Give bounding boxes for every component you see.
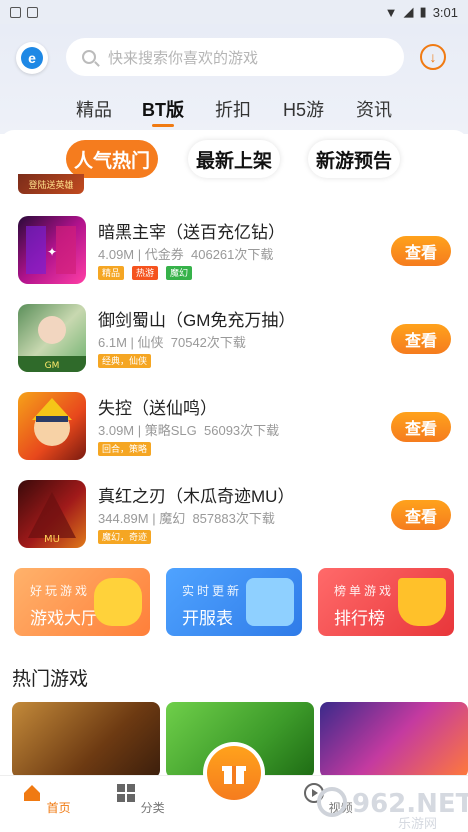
hot-game-banner[interactable] bbox=[12, 702, 160, 775]
trophy-icon bbox=[398, 578, 446, 626]
search-input[interactable]: 快来搜索你喜欢的游戏 bbox=[66, 38, 404, 76]
game-title: 暗黑主宰（送百充亿钻） bbox=[98, 223, 285, 242]
game-icon: GM bbox=[18, 304, 86, 372]
battery-icon: ▮ bbox=[419, 4, 427, 19]
game-icon: MU bbox=[18, 480, 86, 548]
card-title: 排行榜 bbox=[334, 609, 385, 628]
header: e 快来搜索你喜欢的游戏 ↓ 精品 BT版 折扣 H5游 资讯 bbox=[0, 24, 468, 134]
main-content: 人气热门 最新上架 新游预告 登陆送英雄 ✦ 暗黑主宰（送百充亿钻） 4.09M… bbox=[0, 130, 468, 775]
view-button[interactable]: 查看 bbox=[391, 412, 451, 442]
game-meta: 344.89M | 魔幻 857883次下载 bbox=[98, 511, 275, 526]
list-item[interactable]: 失控（送仙鸣） 3.09M | 策略SLG 56093次下载 回合，策略 查看 bbox=[0, 392, 468, 480]
hot-games-title: 热门游戏 bbox=[12, 669, 89, 690]
gamepad-icon bbox=[94, 578, 142, 626]
tag: 回合，策略 bbox=[98, 442, 152, 456]
tab-jingpin[interactable]: 精品 bbox=[76, 96, 112, 122]
list-icon bbox=[246, 578, 294, 626]
game-hall-card[interactable]: 好玩游戏 游戏大厅 bbox=[14, 568, 150, 636]
tab-indicator bbox=[152, 124, 174, 127]
game-meta: 4.09M | 代金券 406261次下载 bbox=[98, 247, 274, 262]
app-logo[interactable]: e bbox=[16, 42, 48, 74]
nav-label: 分类 bbox=[140, 801, 165, 815]
game-icon: ✦ bbox=[18, 216, 86, 284]
game-meta: 6.1M | 仙侠 70542次下载 bbox=[98, 335, 246, 350]
server-list-card[interactable]: 实时更新 开服表 bbox=[166, 568, 302, 636]
tab-bt[interactable]: BT版 bbox=[142, 96, 184, 122]
card-subtitle: 榜单游戏 bbox=[334, 584, 395, 598]
game-tags: 魔幻，奇迹 bbox=[98, 530, 152, 544]
svg-text:✦: ✦ bbox=[47, 245, 57, 259]
svg-text:乐游网: 乐游网 bbox=[398, 817, 437, 832]
subtab-upcoming[interactable]: 新游预告 bbox=[308, 140, 400, 178]
status-time: 3:01 bbox=[432, 4, 458, 20]
svg-text:MU: MU bbox=[44, 534, 60, 545]
list-item[interactable]: MU 真红之刃（木瓜奇迹MU） 344.89M | 魔幻 857883次下载 魔… bbox=[0, 480, 468, 568]
subtabs: 人气热门 最新上架 新游预告 bbox=[0, 136, 468, 178]
partial-game-icon[interactable]: 登陆送英雄 bbox=[18, 174, 84, 194]
tag: 热游 bbox=[132, 266, 159, 280]
search-icon bbox=[82, 50, 96, 64]
download-icon[interactable]: ↓ bbox=[420, 44, 446, 70]
svg-text:GM: GM bbox=[45, 361, 60, 371]
signal-icon: ◢ bbox=[403, 4, 414, 19]
feature-cards: 好玩游戏 游戏大厅 实时更新 开服表 榜单游戏 排行榜 bbox=[0, 568, 468, 640]
game-meta: 3.09M | 策略SLG 56093次下载 bbox=[98, 423, 280, 438]
game-tags: 精品 热游 魔幻 bbox=[98, 266, 193, 280]
tag: 经典，仙侠 bbox=[98, 354, 152, 368]
game-tags: 经典，仙侠 bbox=[98, 354, 152, 368]
nav-home[interactable]: 首页 bbox=[16, 782, 76, 816]
logo-icon: e bbox=[21, 47, 43, 69]
game-title: 失控（送仙鸣） bbox=[98, 399, 217, 418]
view-button[interactable]: 查看 bbox=[391, 236, 451, 266]
home-icon bbox=[24, 785, 41, 801]
tab-discount[interactable]: 折扣 bbox=[215, 96, 251, 122]
tab-h5[interactable]: H5游 bbox=[283, 96, 324, 122]
watermark-logo: 962.NET 乐游网 bbox=[317, 787, 468, 832]
game-icon bbox=[18, 392, 86, 460]
game-title: 御剑蜀山（GM免充万抽） bbox=[98, 311, 296, 330]
search-placeholder: 快来搜索你喜欢的游戏 bbox=[108, 49, 259, 67]
gift-button[interactable] bbox=[203, 742, 265, 804]
ranking-card[interactable]: 榜单游戏 排行榜 bbox=[318, 568, 454, 636]
svg-text:962.NET: 962.NET bbox=[352, 789, 468, 819]
wifi-icon: ▼ bbox=[384, 4, 398, 20]
card-title: 开服表 bbox=[182, 609, 233, 628]
nav-category[interactable]: 分类 bbox=[110, 782, 170, 816]
subtab-popular[interactable]: 人气热门 bbox=[66, 140, 158, 178]
list-item[interactable]: GM 御剑蜀山（GM免充万抽） 6.1M | 仙侠 70542次下载 经典，仙侠… bbox=[0, 304, 468, 392]
tag: 魔幻，奇迹 bbox=[98, 530, 152, 544]
partial-game-banner: 登陆送英雄 bbox=[28, 179, 74, 190]
notification-icon bbox=[10, 6, 21, 18]
gift-icon bbox=[207, 746, 261, 800]
card-subtitle: 实时更新 bbox=[182, 584, 243, 598]
tag: 魔幻 bbox=[166, 266, 193, 280]
status-bar: ▼ ◢ ▮ 3:01 bbox=[0, 0, 468, 24]
game-title: 真红之刃（木瓜奇迹MU） bbox=[98, 487, 295, 506]
tab-news[interactable]: 资讯 bbox=[356, 96, 392, 122]
view-button[interactable]: 查看 bbox=[391, 500, 451, 530]
list-item[interactable]: ✦ 暗黑主宰（送百充亿钻） 4.09M | 代金券 406261次下载 精品 热… bbox=[0, 216, 468, 304]
view-button[interactable]: 查看 bbox=[391, 324, 451, 354]
card-title: 游戏大厅 bbox=[30, 609, 98, 628]
app-notification-icon bbox=[27, 6, 38, 18]
nav-label: 首页 bbox=[46, 801, 71, 815]
grid-icon bbox=[117, 784, 136, 802]
tag: 精品 bbox=[98, 266, 125, 280]
subtab-new[interactable]: 最新上架 bbox=[188, 140, 280, 178]
card-subtitle: 好玩游戏 bbox=[30, 584, 91, 598]
hot-game-banner[interactable] bbox=[320, 702, 468, 775]
game-tags: 回合，策略 bbox=[98, 442, 152, 456]
